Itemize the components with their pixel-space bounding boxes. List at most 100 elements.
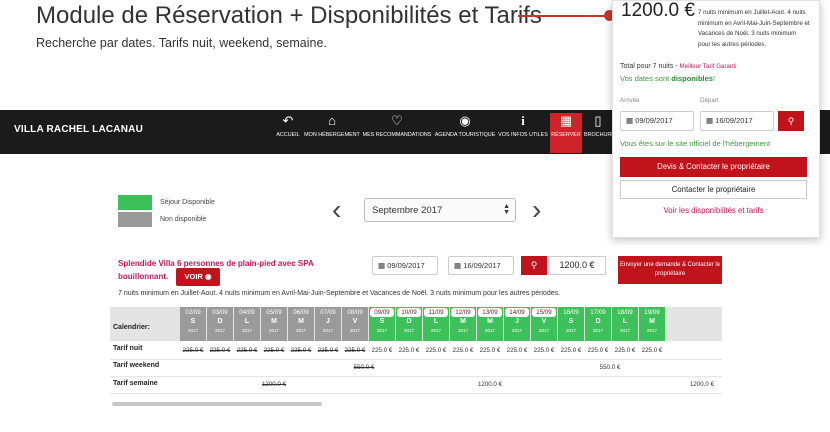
- day-date: 02/09: [185, 309, 201, 316]
- day-column[interactable]: 04/09 L 2017: [234, 307, 260, 341]
- popup-best-rate: Meilleur Tarif Garanti: [679, 63, 737, 70]
- day-column[interactable]: 03/09 D 2017: [207, 307, 233, 341]
- day-column[interactable]: 06/09 M 2017: [288, 307, 314, 341]
- row-label-week: Tarif semaine: [113, 380, 158, 387]
- night-rate-cell: 225.0 €: [614, 347, 636, 354]
- day-column[interactable]: 19/09 M 2017: [639, 307, 665, 341]
- calendar-small-icon: ▦: [706, 116, 714, 125]
- day-year: 2017: [187, 328, 198, 333]
- day-date: 03/09: [212, 309, 228, 316]
- day-of-week: J: [326, 318, 330, 325]
- calendar-icon: ▦: [559, 113, 573, 128]
- popup-availability-word: disponibles: [671, 74, 713, 83]
- day-of-week: L: [244, 318, 250, 325]
- day-of-week: M: [298, 318, 304, 325]
- night-rate-cell: 225.0 €: [371, 347, 393, 354]
- availability-link[interactable]: Voir les disponibilités et tarifs: [620, 206, 807, 215]
- day-of-week: S: [568, 318, 574, 325]
- month-value: Septembre 2017: [372, 205, 443, 216]
- day-date: 08/09: [347, 309, 363, 316]
- popup-official-site: Vous êtes sur le site officiel de l'hébe…: [620, 139, 771, 148]
- day-date: 10/09: [397, 308, 421, 317]
- nav-item-hebergement[interactable]: ⌂ MON HÉBERGEMENT: [304, 113, 360, 153]
- night-rate-cell: 225.0 €: [263, 347, 285, 354]
- chevron-left-icon[interactable]: ‹: [332, 196, 341, 224]
- contact-owner-button[interactable]: Contacter le propriétaire: [620, 180, 807, 199]
- day-column[interactable]: 07/09 J 2017: [315, 307, 341, 341]
- day-year: 2017: [349, 328, 360, 333]
- day-column[interactable]: 10/09 D 2017: [396, 307, 422, 341]
- popup-price: 1200.0 €: [621, 0, 695, 21]
- day-date: 14/09: [505, 308, 529, 317]
- brand-logo[interactable]: VILLA RACHEL LACANAU: [14, 124, 143, 135]
- property-title[interactable]: Splendide Villa 6 personnes de plain-pie…: [118, 257, 330, 283]
- home-icon: ⌂: [328, 113, 336, 128]
- nav-item-recommandations[interactable]: ♡ MES RECOMMANDATIONS: [362, 113, 432, 153]
- day-date: 18/09: [617, 309, 633, 316]
- day-year: 2017: [619, 328, 630, 333]
- nav-item-accueil[interactable]: ↶ ACCUEIL: [274, 113, 302, 153]
- night-rate-cell: 225.0 €: [209, 347, 231, 354]
- departure-date-input[interactable]: ▦ 16/09/2017: [448, 256, 514, 275]
- day-date: 06/09: [293, 309, 309, 316]
- chevron-right-icon[interactable]: ›: [532, 196, 541, 224]
- day-column[interactable]: 13/09 M 2017: [477, 307, 503, 341]
- day-date: 19/09: [644, 309, 660, 316]
- day-column[interactable]: 02/09 S 2017: [180, 307, 206, 341]
- day-date: 07/09: [320, 309, 336, 316]
- popup-departure-input[interactable]: ▦ 16/09/2017: [700, 111, 774, 131]
- popup-arrival-input[interactable]: ▦ 09/09/2017: [620, 111, 694, 131]
- day-column[interactable]: 05/09 M 2017: [261, 307, 287, 341]
- day-column[interactable]: 09/09 S 2017: [369, 307, 395, 341]
- night-rate-cell: 225.0 €: [182, 347, 204, 354]
- day-year: 2017: [511, 328, 522, 333]
- pdf-icon: ▯: [594, 113, 602, 128]
- slide-title: Module de Réservation + Disponibilités e…: [36, 2, 542, 29]
- day-column[interactable]: 11/09 L 2017: [423, 307, 449, 341]
- weekend-rate-unavailable: 550.0 €: [353, 364, 375, 371]
- arrival-date-input[interactable]: ▦ 09/09/2017: [372, 256, 438, 275]
- nav-item-infos[interactable]: i VOS INFOS UTILES: [498, 113, 548, 153]
- day-year: 2017: [268, 328, 279, 333]
- popup-availability-msg: Vos dates sont disponibles!: [620, 74, 810, 85]
- day-column[interactable]: 12/09 M 2017: [450, 307, 476, 341]
- night-rate-cell: 225.0 €: [479, 347, 501, 354]
- day-column[interactable]: 16/09 S 2017: [558, 307, 584, 341]
- rss-icon: ◉: [459, 113, 471, 128]
- nav-label: BROCHURE: [584, 132, 615, 138]
- nav-item-brochure[interactable]: ▯ BROCHURE: [584, 113, 615, 153]
- night-rate-cell: 225.0 €: [398, 347, 420, 354]
- search-icon: ⚲: [787, 116, 795, 126]
- popup-min-nights: 7 nuits minimum en Juillet-Aout. 4 nuits…: [698, 9, 810, 48]
- select-arrows-icon: ▲ ▼: [503, 203, 510, 216]
- nav-label: MON HÉBERGEMENT: [304, 132, 360, 138]
- day-of-week: D: [217, 318, 223, 325]
- search-button[interactable]: ⚲: [521, 256, 547, 275]
- month-select[interactable]: Septembre 2017 ▲ ▼: [364, 198, 516, 222]
- grid-scrollbar[interactable]: [112, 402, 322, 406]
- day-year: 2017: [646, 328, 657, 333]
- day-column[interactable]: 18/09 L 2017: [612, 307, 638, 341]
- popup-search-button[interactable]: ⚲: [778, 111, 804, 131]
- voir-button[interactable]: VOIR ◉: [176, 268, 220, 286]
- popup-arrival-value: 09/09/2017: [635, 116, 673, 125]
- legend-unavailable-swatch: [118, 212, 152, 227]
- day-year: 2017: [538, 328, 549, 333]
- day-year: 2017: [457, 328, 468, 333]
- day-column[interactable]: 17/09 D 2017: [585, 307, 611, 341]
- day-date: 09/09: [370, 308, 394, 317]
- day-column[interactable]: 08/09 V 2017: [342, 307, 368, 341]
- nav-item-agenda[interactable]: ◉ AGENDA TOURISTIQUE: [434, 113, 496, 153]
- day-of-week: M: [649, 318, 655, 325]
- nav-label: VOS INFOS UTILES: [498, 132, 548, 138]
- nav-item-reserver[interactable]: ▦ RÉSERVER: [550, 113, 582, 153]
- day-column[interactable]: 15/09 V 2017: [531, 307, 557, 341]
- day-date: 05/09: [266, 309, 282, 316]
- day-year: 2017: [295, 328, 306, 333]
- legend-available-label: Séjour Disponible: [160, 199, 215, 206]
- day-column[interactable]: 14/09 J 2017: [504, 307, 530, 341]
- day-of-week: L: [433, 318, 439, 325]
- send-request-button[interactable]: Envoyer une demande & Contacter le propr…: [618, 256, 722, 284]
- night-rate-cell: 225.0 €: [560, 347, 582, 354]
- devis-contact-button[interactable]: Devis & Contacter le propriétaire: [620, 157, 807, 177]
